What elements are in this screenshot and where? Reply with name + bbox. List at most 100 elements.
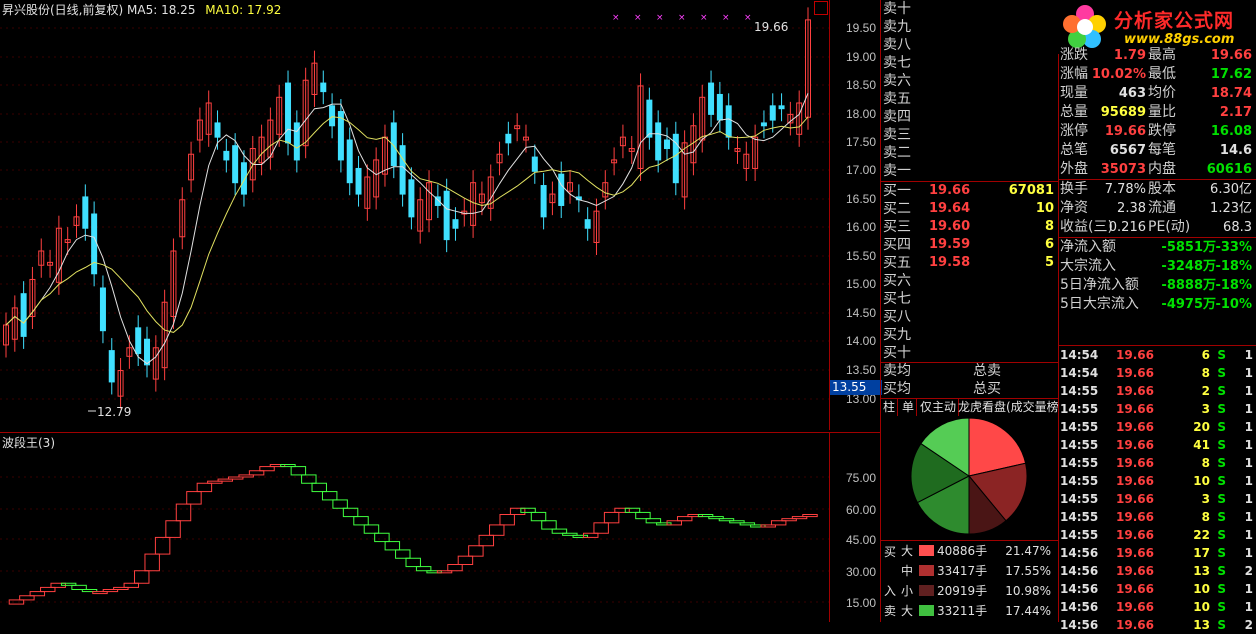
price-tick-label: 18.50 (845, 78, 876, 92)
buy-level-row[interactable]: 买三 19.60 8 (881, 218, 1058, 236)
tick-count: 1 (1244, 582, 1253, 596)
sell-level-row[interactable]: 卖五 (881, 90, 1058, 108)
candle-body (725, 105, 732, 138)
buy-level-row[interactable]: 买八 (881, 308, 1058, 326)
wave-box (447, 564, 463, 572)
quote-value: 19.66 (1104, 124, 1146, 139)
buy-level-row[interactable]: 买十 (881, 344, 1058, 362)
tick-side: S (1217, 402, 1226, 416)
buy-level-row[interactable]: 买二 19.64 10 (881, 200, 1058, 218)
sell-level-row[interactable]: 卖七 (881, 54, 1058, 72)
tick-count: 1 (1244, 456, 1253, 470)
tick-list[interactable]: 14:54 19.66 6 S 1 14:54 19.66 8 S 1 14:55 19.66 2 S 1 1… (1058, 345, 1256, 632)
tab-single[interactable]: 单 (900, 399, 918, 416)
candle-body (108, 350, 115, 383)
buy-levels: 买一 19.66 67081 买二 19.64 10 买三 19.60 8 买四 19.59 6 买五 1… (881, 182, 1058, 362)
wave-box (478, 534, 495, 547)
buy-level-row[interactable]: 买一 19.66 67081 (881, 182, 1058, 200)
wave-box (154, 536, 171, 555)
sell-level-row[interactable]: 卖十 (881, 0, 1058, 18)
buy-level-volume: 6 (1044, 237, 1054, 252)
quote-label: 最高 (1148, 47, 1176, 63)
sell-level-row[interactable]: 卖二 (881, 144, 1058, 162)
candle-body (320, 82, 327, 93)
order-pct: 21.47% (1005, 544, 1051, 558)
sell-level-row[interactable]: 卖三 (881, 126, 1058, 144)
indicator-tick-label: 45.00 (845, 533, 876, 547)
buy-level-price: 19.59 (929, 237, 971, 252)
quote-row: 涨停 19.66 跌停 16.08 (1058, 122, 1256, 141)
avg-buy-label: 买均 (883, 381, 911, 397)
candle-body (531, 156, 538, 172)
low-marker-label: 12.79 (97, 405, 132, 419)
candle-body (452, 219, 459, 229)
order-volume: 40886手 (937, 544, 988, 558)
price-axis: 19.50 19.00 18.50 18.00 17.50 17.00 16.50 16.00… (829, 0, 882, 430)
sell-level-row[interactable]: 卖一 (881, 162, 1058, 180)
fundamental-label: 换手 (1060, 181, 1088, 197)
indicator-axis: 75.00 60.00 45.00 30.00 15.00 (829, 432, 880, 622)
candle-body (778, 105, 785, 110)
buy-level-row[interactable]: 买九 (881, 326, 1058, 344)
quote-value: 2.17 (1219, 105, 1252, 120)
signal-marker: × (700, 13, 708, 23)
order-volume: 33211手 (937, 604, 988, 618)
window-toggle-icon[interactable] (814, 1, 828, 15)
quote-value: 10.02% (1091, 67, 1146, 82)
sell-level-row[interactable]: 卖八 (881, 36, 1058, 54)
tick-row: 14:55 19.66 3 S 1 (1058, 400, 1256, 418)
tab-bar[interactable]: 柱 (881, 399, 899, 416)
indicator-chart[interactable]: 波段王(3) (0, 432, 829, 622)
fundamental-row: 收益(三) 0.216 PE(动) 68.3 (1058, 218, 1256, 237)
signal-marker: × (744, 13, 752, 23)
tick-time: 14:55 (1060, 438, 1099, 452)
kline-chart[interactable]: × × × × × × × 昇兴股份(日线,前复权) MA5: 18.25 MA10: 17… (0, 0, 829, 430)
wave-box (374, 532, 390, 543)
tab-active-only[interactable]: 仅主动 (918, 399, 960, 416)
quote-row: 总笔 6567 每笔 14.6 (1058, 141, 1256, 160)
tick-time: 14:55 (1060, 528, 1099, 542)
candle-body (82, 196, 89, 229)
tick-side: S (1217, 348, 1226, 362)
tick-row: 14:55 19.66 20 S 1 (1058, 418, 1256, 436)
tick-side: S (1217, 384, 1226, 398)
candle-body (214, 122, 221, 138)
capital-flow-pct: -10% (1215, 297, 1252, 312)
money-flow-row: 大 40886手 21.47% (899, 541, 1057, 561)
quote-label: 量比 (1148, 104, 1176, 120)
wave-box (134, 570, 150, 584)
tick-price: 19.66 (1116, 546, 1154, 560)
signal-marker: × (634, 13, 642, 23)
buy-level-volume: 67081 (1008, 183, 1054, 198)
candle-body (99, 287, 106, 332)
capital-flow-row: 净流入额 -5851万 -33% (1058, 238, 1256, 257)
candle-body (91, 213, 98, 275)
sell-level-row[interactable]: 卖九 (881, 18, 1058, 36)
ma10-label: MA10: (205, 3, 244, 17)
tick-price: 19.66 (1116, 366, 1154, 380)
wave-box (645, 518, 662, 524)
capital-flow-label: 净流入额 (1060, 239, 1116, 255)
color-swatch (919, 605, 934, 616)
stock-title: 昇兴股份(日线,前复权) (2, 3, 124, 17)
tick-side: S (1217, 564, 1226, 578)
buy-level-row[interactable]: 买四 19.59 6 (881, 236, 1058, 254)
tab-dragon-tiger[interactable]: 龙虎看盘(成交量榜 (956, 399, 1058, 416)
buy-level-row[interactable]: 买五 19.58 5 (881, 254, 1058, 272)
tick-row: 14:55 19.66 8 S 1 (1058, 508, 1256, 526)
buy-level-row[interactable]: 买七 (881, 290, 1058, 308)
sell-level-row[interactable]: 卖四 (881, 108, 1058, 126)
quote-label: 总笔 (1060, 142, 1088, 158)
price-tick-label: 15.00 (845, 277, 876, 291)
buy-level-row[interactable]: 买六 (881, 272, 1058, 290)
wave-box (40, 586, 56, 593)
money-flow-table: 买 入 卖 大 40886手 21.47% 中 33417手 17.55% 小 20919手 1… (880, 540, 1059, 622)
fundamental-label: 净资 (1060, 200, 1088, 216)
capital-flow-label: 5日净流入额 (1060, 277, 1139, 293)
wave-box (321, 491, 338, 501)
tick-volume: 41 (1193, 438, 1210, 452)
sell-level-row[interactable]: 卖六 (881, 72, 1058, 90)
tick-time: 14:55 (1060, 402, 1099, 416)
buy-level-volume: 8 (1044, 219, 1054, 234)
indicator-tick-label: 60.00 (845, 503, 876, 517)
